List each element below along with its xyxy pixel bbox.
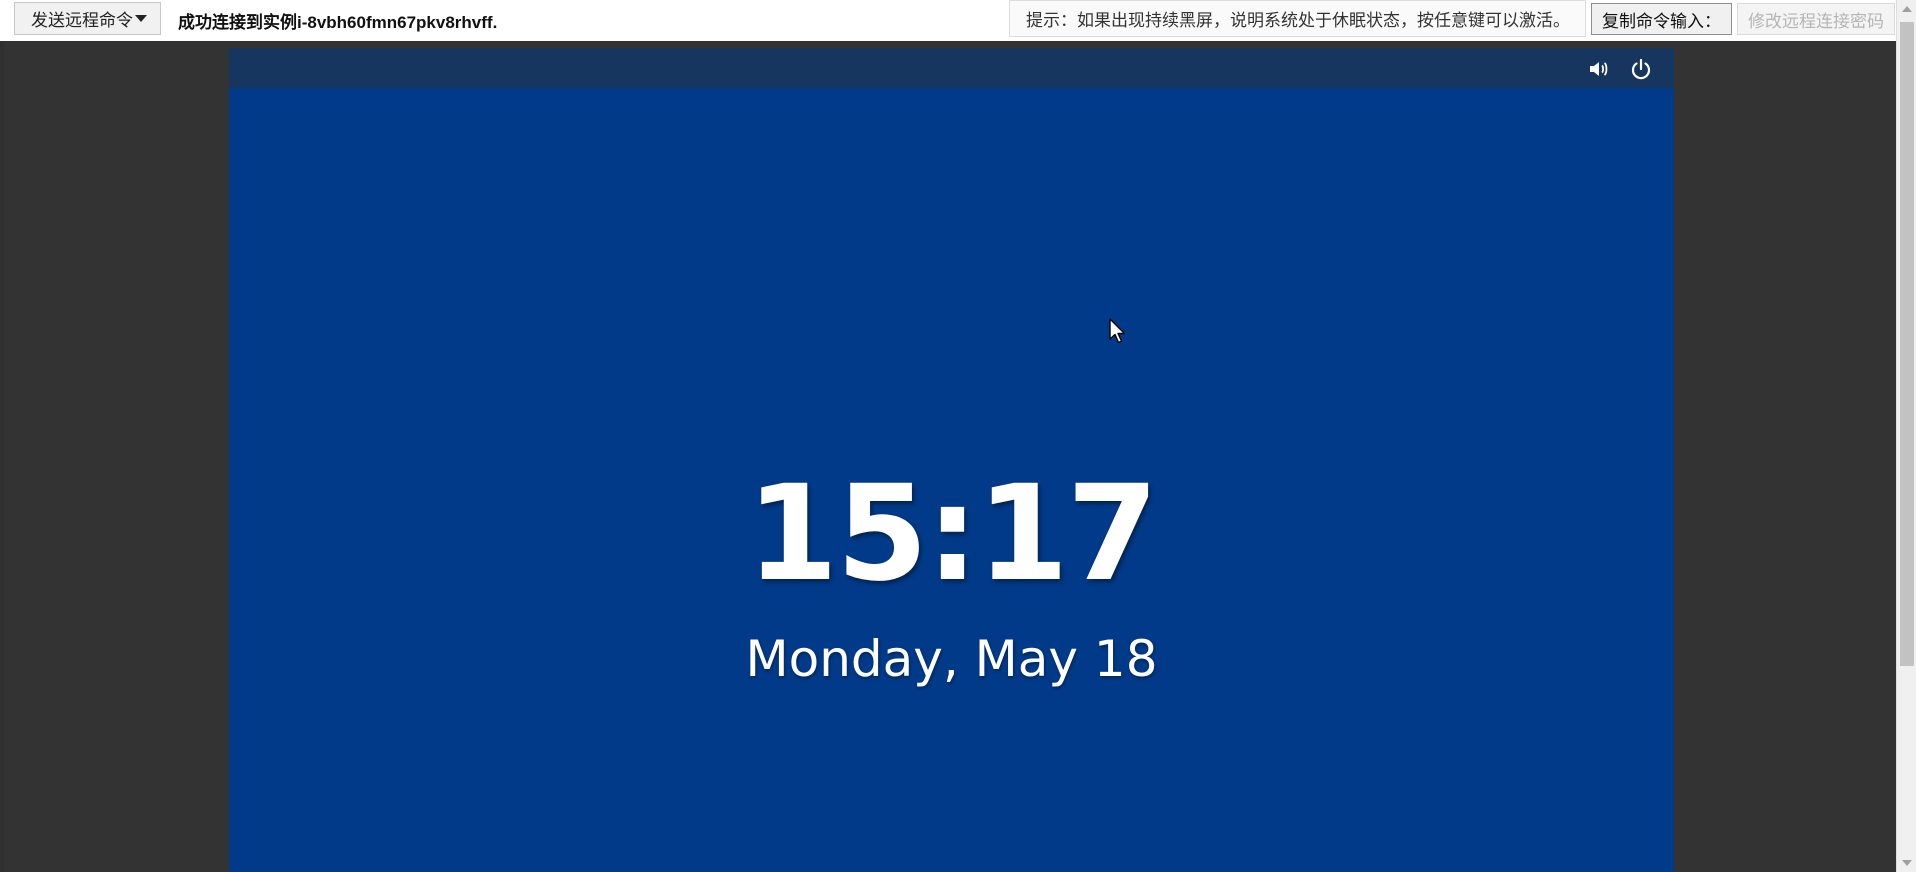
change-remote-password-label: 修改远程连接密码 [1748, 11, 1884, 31]
send-remote-command-dropdown[interactable]: 发送远程命令 [14, 2, 161, 35]
scroll-down-icon[interactable] [1902, 860, 1912, 866]
copy-command-input-button[interactable]: 复制命令输入： [1591, 3, 1732, 35]
power-icon[interactable] [1629, 57, 1653, 81]
copy-command-input-label: 复制命令输入： [1602, 11, 1721, 31]
scrollbar-thumb[interactable] [1900, 22, 1914, 666]
vertical-scrollbar[interactable] [1896, 0, 1916, 872]
change-remote-password-button: 修改远程连接密码 [1737, 3, 1895, 35]
remote-lock-screen[interactable]: 15:17 Monday, May 18 [229, 48, 1674, 872]
scroll-up-icon[interactable] [1902, 6, 1912, 12]
mouse-pointer-icon [1109, 318, 1129, 351]
hint-box: 提示：如果出现持续黑屏，说明系统处于休眠状态，按任意键可以激活。 [1009, 0, 1586, 37]
volume-icon[interactable] [1587, 57, 1611, 81]
hint-text: 提示：如果出现持续黑屏，说明系统处于休眠状态，按任意键可以激活。 [1026, 11, 1570, 30]
toolbar: 发送远程命令 成功连接到实例i-8vbh60fmn67pkv8rhvff. 提示… [0, 0, 1916, 41]
connection-status: 成功连接到实例i-8vbh60fmn67pkv8rhvff. [178, 13, 498, 32]
lock-screen-date: Monday, May 18 [745, 630, 1158, 688]
system-top-bar [229, 48, 1674, 88]
lock-screen-clock: 15:17 [746, 457, 1158, 611]
send-remote-command-label: 发送远程命令 [31, 11, 133, 30]
caret-down-icon [135, 15, 147, 22]
